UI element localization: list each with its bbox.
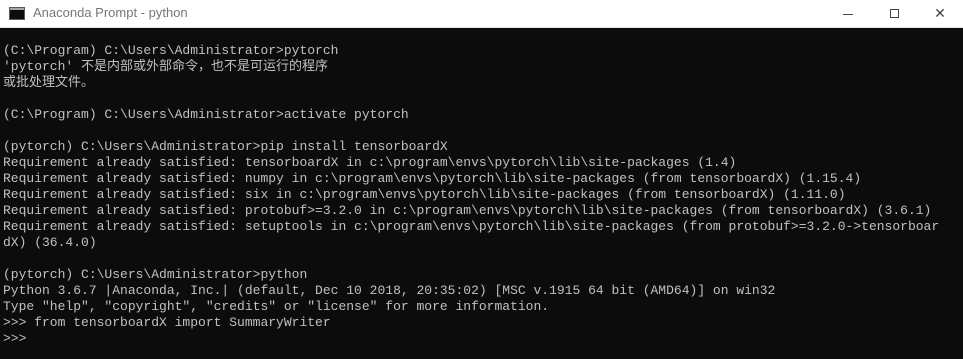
console-line: Requirement already satisfied: six in c:…: [3, 187, 846, 202]
minimize-icon: [843, 13, 853, 15]
console-line: Type "help", "copyright", "credits" or "…: [3, 299, 550, 314]
close-button[interactable]: ✕: [917, 0, 963, 27]
console-line: Requirement already satisfied: setuptool…: [3, 219, 940, 234]
maximize-button[interactable]: [871, 0, 917, 27]
close-icon: ✕: [934, 5, 946, 22]
minimize-button[interactable]: [825, 0, 871, 27]
console-line: (pytorch) C:\Users\Administrator>pip ins…: [3, 139, 448, 154]
console-line: Requirement already satisfied: tensorboa…: [3, 155, 737, 170]
console-lines: (C:\Program) C:\Users\Administrator>pyto…: [3, 43, 963, 347]
console-line: Requirement already satisfied: protobuf>…: [3, 203, 932, 218]
maximize-icon: [889, 9, 899, 18]
console-line: >>> from tensorboardX import SummaryWrit…: [3, 315, 331, 330]
console-line: 'pytorch' 不是内部或外部命令，也不是可运行的程序: [3, 59, 329, 74]
console-window: Anaconda Prompt - python ✕ (C:\Program) …: [0, 0, 963, 359]
console-prompt-line[interactable]: >>>: [3, 331, 963, 347]
console-icon: [9, 7, 25, 20]
console-line: dX) (36.4.0): [3, 235, 97, 250]
console-line: Requirement already satisfied: numpy in …: [3, 171, 862, 186]
console-line: (C:\Program) C:\Users\Administrator>acti…: [3, 107, 409, 122]
console-line: 或批处理文件。: [3, 75, 95, 90]
window-title: Anaconda Prompt - python: [33, 5, 188, 20]
console-line: (pytorch) C:\Users\Administrator>python: [3, 267, 308, 282]
title-bar[interactable]: Anaconda Prompt - python ✕: [0, 0, 963, 28]
console-line: Python 3.6.7 |Anaconda, Inc.| (default, …: [3, 283, 776, 298]
console-line: (C:\Program) C:\Users\Administrator>pyto…: [3, 43, 339, 58]
console-output[interactable]: (C:\Program) C:\Users\Administrator>pyto…: [0, 28, 963, 359]
